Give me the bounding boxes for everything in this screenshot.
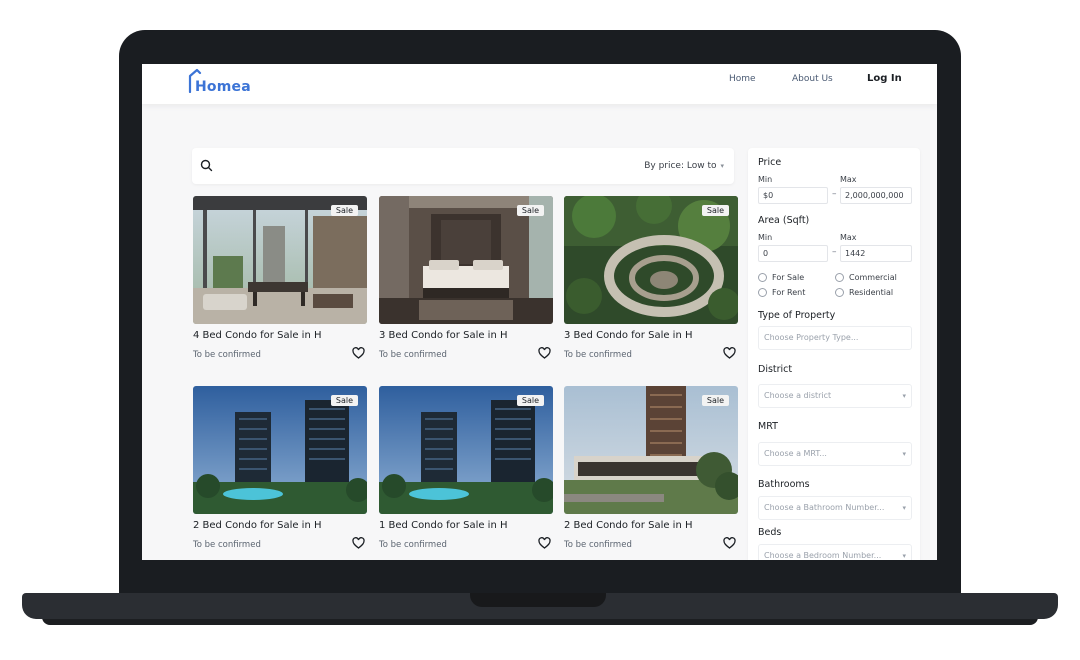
- price-min-input[interactable]: $0: [758, 187, 828, 204]
- district-placeholder: Choose a district: [764, 391, 832, 400]
- listing-title[interactable]: 3 Bed Condo for Sale in H: [379, 330, 553, 341]
- listing-title[interactable]: 1 Bed Condo for Sale in H: [379, 520, 553, 531]
- radio-for-rent[interactable]: For Rent: [758, 288, 805, 297]
- navbar: Homea Home About Us Log In: [142, 64, 937, 104]
- heart-icon[interactable]: [352, 347, 365, 359]
- sale-badge: Sale: [516, 205, 544, 216]
- logo-text: Homea: [195, 79, 251, 95]
- district-label: District: [758, 364, 793, 375]
- area-label: Area (Sqft): [758, 215, 810, 226]
- listing-price: To be confirmed: [564, 350, 632, 360]
- radio-residential[interactable]: Residential: [835, 288, 893, 297]
- radio-for-sale[interactable]: For Sale: [758, 273, 804, 282]
- sale-badge: Sale: [330, 395, 358, 406]
- search-bar[interactable]: By price: Low to ▾: [192, 148, 734, 184]
- mrt-select[interactable]: Choose a MRT... ▾: [758, 442, 912, 466]
- bathrooms-label: Bathrooms: [758, 479, 810, 490]
- listing-price: To be confirmed: [193, 540, 261, 550]
- sale-badge: Sale: [330, 205, 358, 216]
- listing-image[interactable]: Sale: [379, 196, 553, 324]
- heart-icon[interactable]: [723, 347, 736, 359]
- price-max-label: Max: [840, 175, 857, 184]
- range-dash: –: [832, 189, 837, 199]
- radio-circle-icon: [758, 273, 767, 282]
- nav-about-link[interactable]: About Us: [792, 74, 833, 84]
- screen: Homea Home About Us Log In By price: Low…: [142, 64, 937, 560]
- listing-title[interactable]: 2 Bed Condo for Sale in H: [564, 520, 738, 531]
- chevron-down-icon: ▾: [902, 552, 906, 560]
- laptop-notch: [470, 593, 606, 607]
- login-link[interactable]: Log In: [867, 73, 902, 84]
- listing-price: To be confirmed: [193, 350, 261, 360]
- chevron-down-icon: ▾: [902, 504, 906, 512]
- listing-title[interactable]: 4 Bed Condo for Sale in H: [193, 330, 367, 341]
- area-max-input[interactable]: 1442: [840, 245, 912, 262]
- sort-select-label: By price: Low to: [644, 161, 717, 171]
- listing-title[interactable]: 2 Bed Condo for Sale in H: [193, 520, 367, 531]
- sort-select[interactable]: By price: Low to ▾: [640, 156, 728, 176]
- listing-price: To be confirmed: [564, 540, 632, 550]
- bathrooms-select[interactable]: Choose a Bathroom Number... ▾: [758, 496, 912, 520]
- nav-home-link[interactable]: Home: [729, 74, 756, 84]
- beds-select[interactable]: Choose a Bedroom Number... ▾: [758, 544, 912, 560]
- listing-price: To be confirmed: [379, 350, 447, 360]
- radio-label: Residential: [849, 288, 894, 297]
- listing-image[interactable]: Sale: [564, 196, 738, 324]
- listing-price: To be confirmed: [379, 540, 447, 550]
- area-min-label: Min: [758, 233, 773, 242]
- radio-circle-icon: [835, 273, 844, 282]
- radio-label: Commercial: [849, 273, 897, 282]
- property-type-label: Type of Property: [758, 310, 836, 321]
- price-label: Price: [758, 157, 782, 168]
- property-type-placeholder: Choose Property Type...: [764, 333, 859, 342]
- property-type-select[interactable]: Choose Property Type...: [758, 326, 912, 350]
- listing-image[interactable]: Sale: [193, 196, 367, 324]
- area-min-input[interactable]: 0: [758, 245, 828, 262]
- sale-badge: Sale: [701, 205, 729, 216]
- beds-placeholder: Choose a Bedroom Number...: [764, 551, 882, 560]
- heart-icon[interactable]: [352, 537, 365, 549]
- bathrooms-placeholder: Choose a Bathroom Number...: [764, 503, 885, 512]
- filter-panel: Price Min Max $0 – 2,000,000,000 Area (S…: [748, 148, 920, 560]
- heart-icon[interactable]: [538, 537, 551, 549]
- heart-icon[interactable]: [723, 537, 736, 549]
- price-min-label: Min: [758, 175, 773, 184]
- listing-image[interactable]: Sale: [379, 386, 553, 514]
- range-dash: –: [832, 247, 837, 257]
- beds-label: Beds: [758, 527, 782, 538]
- mrt-placeholder: Choose a MRT...: [764, 449, 827, 458]
- radio-circle-icon: [758, 288, 767, 297]
- listing-image[interactable]: Sale: [564, 386, 738, 514]
- chevron-down-icon: ▾: [902, 450, 906, 458]
- listing-image[interactable]: Sale: [193, 386, 367, 514]
- search-icon: [200, 159, 213, 172]
- mrt-label: MRT: [758, 421, 778, 432]
- area-max-label: Max: [840, 233, 857, 242]
- heart-icon[interactable]: [538, 347, 551, 359]
- radio-label: For Rent: [772, 288, 806, 297]
- chevron-down-icon: ▾: [902, 392, 906, 400]
- listing-title[interactable]: 3 Bed Condo for Sale in H: [564, 330, 738, 341]
- price-max-input[interactable]: 2,000,000,000: [840, 187, 912, 204]
- radio-label: For Sale: [772, 273, 805, 282]
- sale-badge: Sale: [516, 395, 544, 406]
- district-select[interactable]: Choose a district ▾: [758, 384, 912, 408]
- radio-commercial[interactable]: Commercial: [835, 273, 897, 282]
- radio-circle-icon: [835, 288, 844, 297]
- chevron-down-icon: ▾: [720, 162, 724, 170]
- sale-badge: Sale: [701, 395, 729, 406]
